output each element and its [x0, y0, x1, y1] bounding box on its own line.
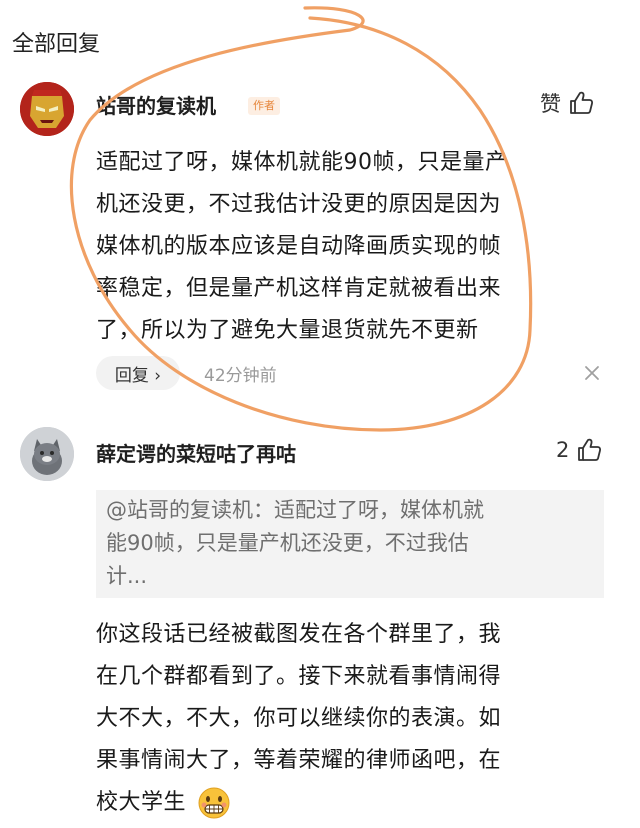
comment-line-text: 校大学生 — [96, 790, 187, 815]
username[interactable]: 站哥的复读机 — [96, 90, 216, 119]
comment-line: 校大学生 — [96, 782, 596, 824]
section-title: 全部回复 — [12, 32, 101, 57]
thumb-up-icon — [578, 438, 602, 461]
close-icon[interactable] — [583, 364, 601, 382]
ironman-avatar[interactable] — [20, 82, 74, 136]
cat-avatar[interactable] — [20, 427, 74, 481]
comment-body: 适配过了呀，媒体机就能90帧，只是量产 机还没更，不过我估计没更的原因是因为 媒… — [96, 142, 596, 352]
comment-line: 大不大，不大，你可以继续你的表演。如 — [96, 706, 502, 731]
comment-line: 机还没更，不过我估计没更的原因是因为 — [96, 192, 502, 217]
comment-line: 你这段话已经被截图发在各个群里了，我 — [96, 622, 502, 647]
like-label: 赞 — [540, 92, 561, 116]
comment-line: 适配过了呀，媒体机就能90帧，只是量产 — [96, 150, 508, 175]
like-count: 2 — [556, 438, 570, 462]
comment-line: 在几个群都看到了。接下来就看事情闹得 — [96, 664, 502, 689]
comment-line: 了，所以为了避免大量退货就先不更新 — [96, 318, 479, 343]
username[interactable]: 薛定谔的菜短咕了再咕 — [96, 438, 296, 467]
author-badge: 作者 — [248, 97, 280, 115]
quoted-reply[interactable]: @站哥的复读机：适配过了呀，媒体机就 能90帧，只是量产机还没更，不过我估 计.… — [96, 490, 604, 598]
like-button[interactable]: 赞 — [540, 88, 595, 118]
comment-line: 媒体机的版本应该是自动降画质实现的帧 — [96, 234, 502, 259]
comment-body: 你这段话已经被截图发在各个群里了，我 在几个群都看到了。接下来就看事情闹得 大不… — [96, 614, 596, 824]
like-button[interactable]: 2 — [556, 436, 603, 464]
grimace-emoji-icon — [198, 787, 230, 819]
comment-line: 果事情闹大了，等着荣耀的律师函吧，在 — [96, 748, 502, 773]
quote-line: @站哥的复读机：适配过了呀，媒体机就 — [106, 498, 484, 522]
quote-line: 计... — [106, 564, 148, 588]
timestamp: 42分钟前 — [204, 366, 277, 386]
thumb-up-icon — [570, 91, 594, 114]
comment-line: 率稳定，但是量产机这样肯定就被看出来 — [96, 276, 502, 301]
quote-line: 能90帧，只是量产机还没更，不过我估 — [106, 531, 469, 555]
reply-button[interactable]: 回复 › — [96, 356, 180, 390]
